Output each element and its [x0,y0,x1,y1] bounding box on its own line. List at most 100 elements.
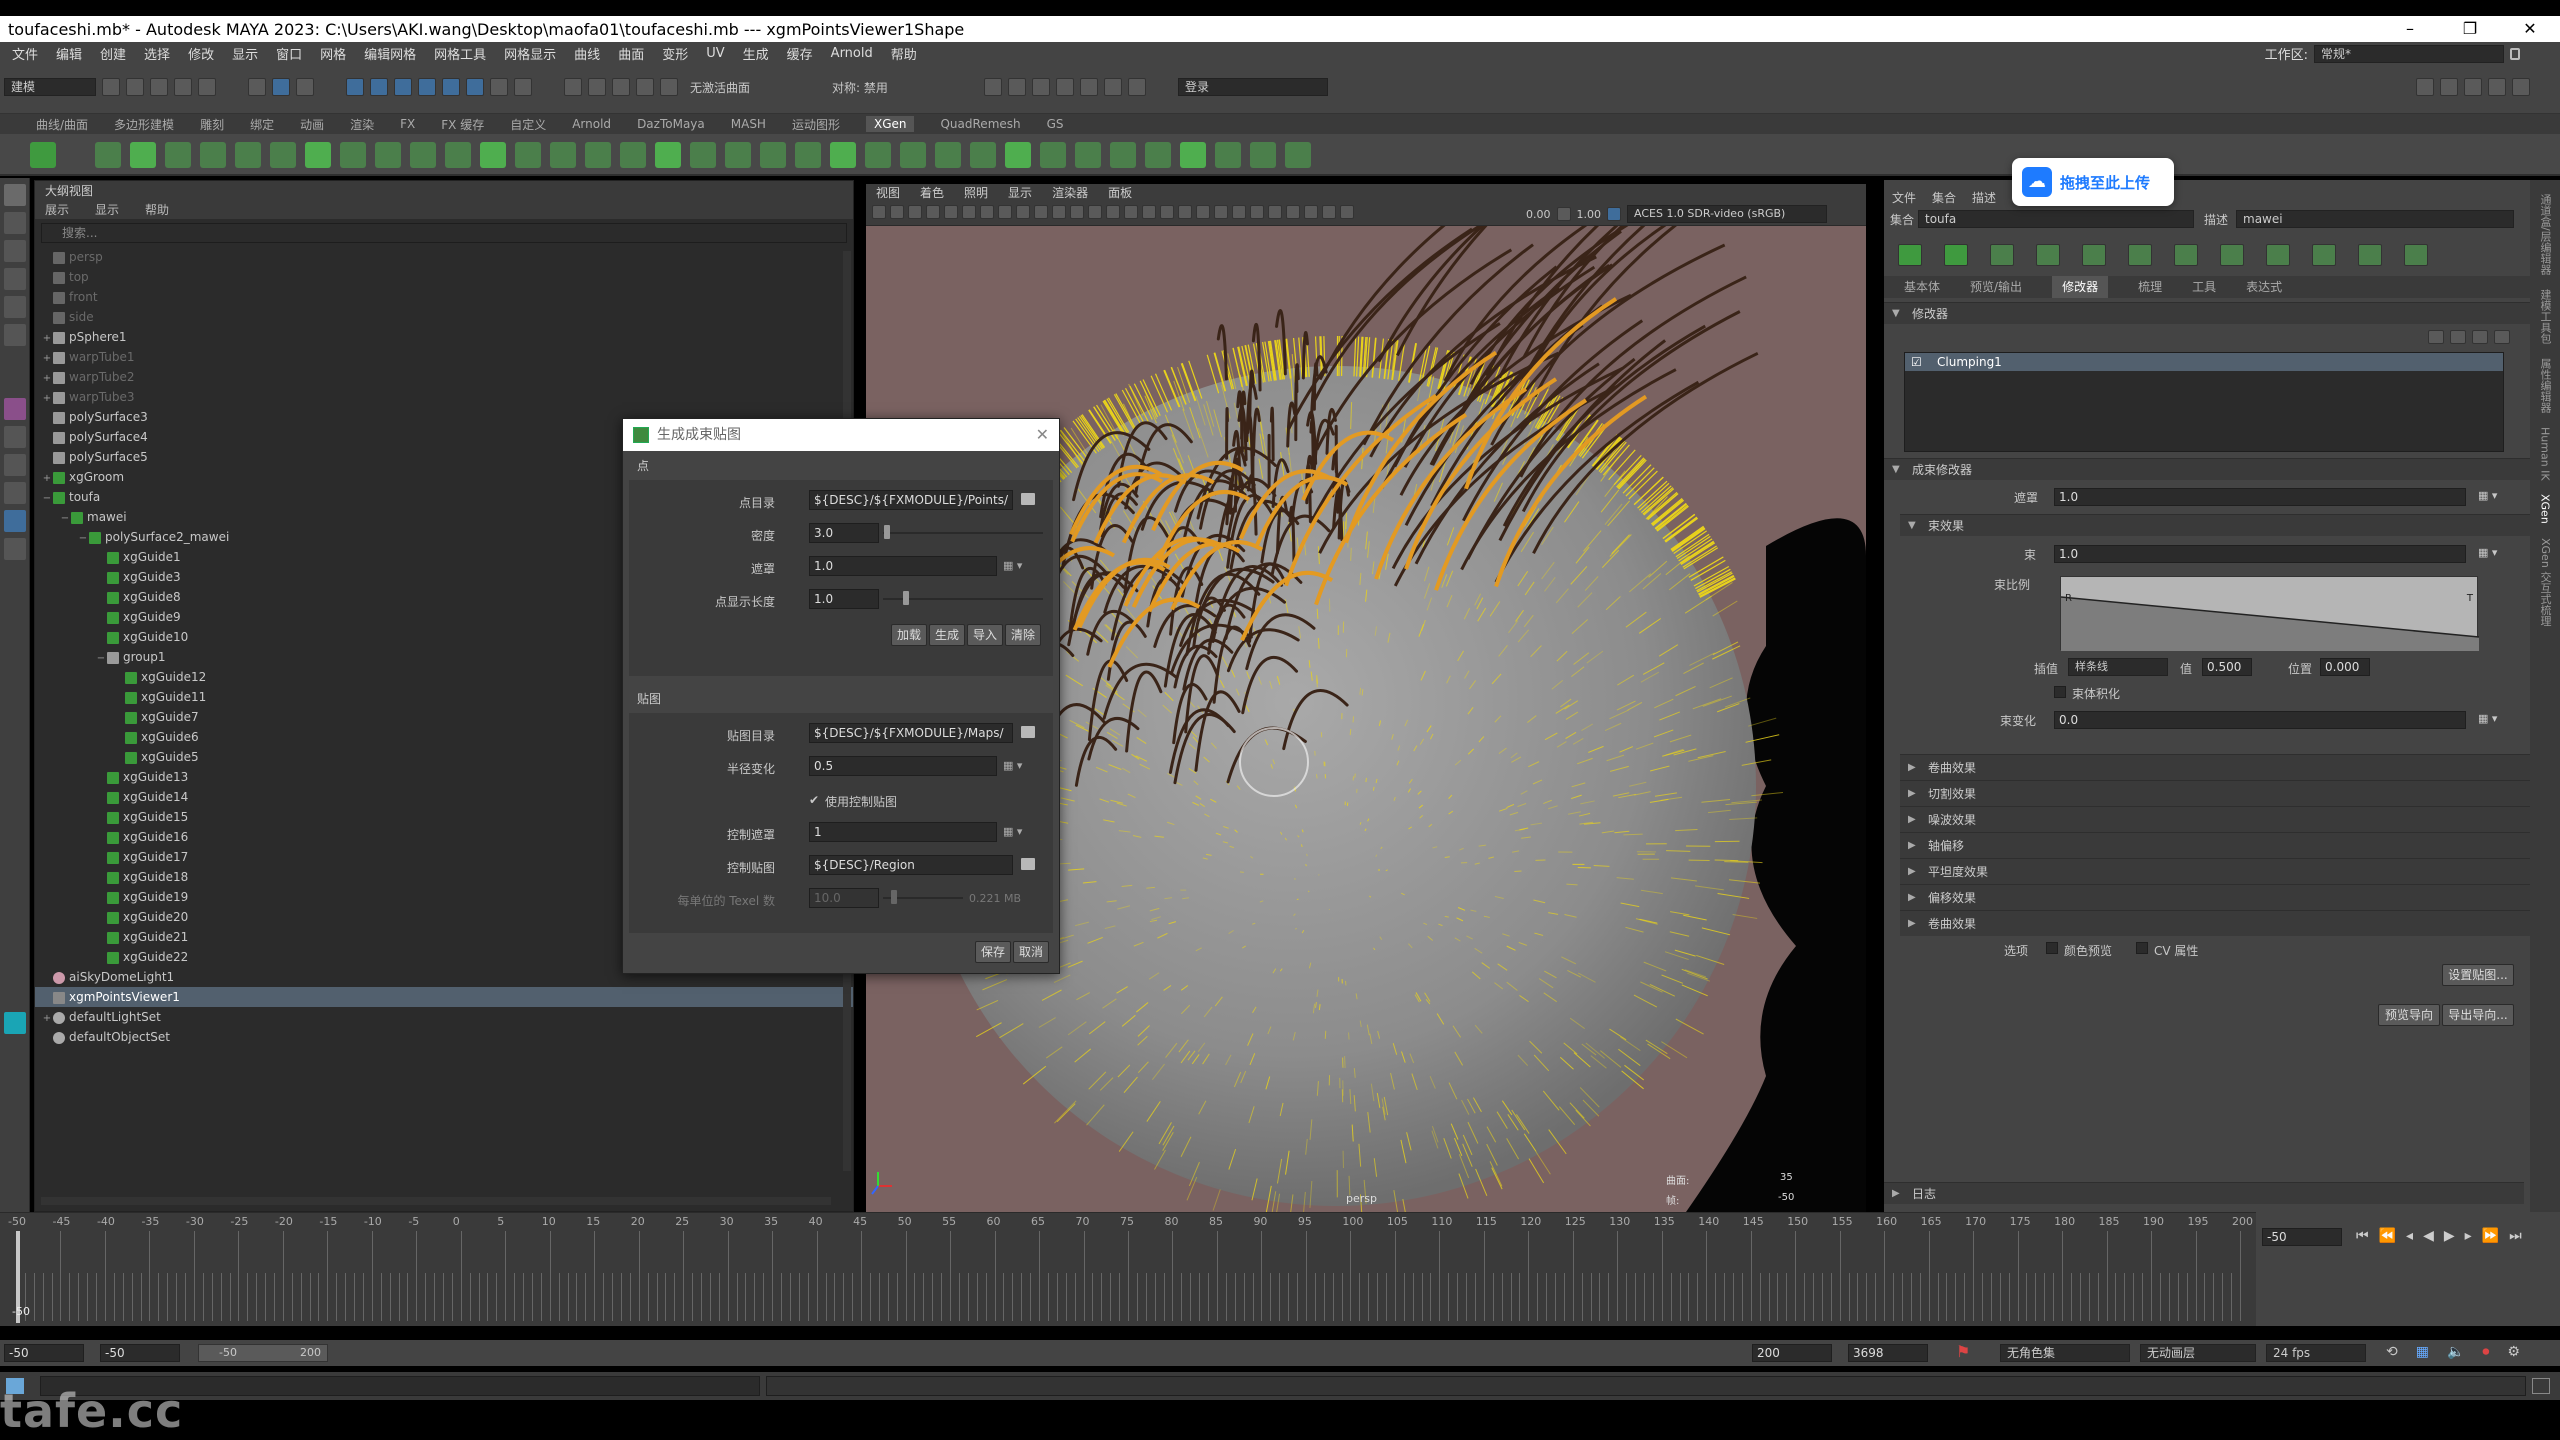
vp-film-gate-icon[interactable] [998,205,1012,219]
map-menu-icon[interactable]: ▦ ▾ [1003,759,1022,772]
anim-end-field[interactable]: 200 [1752,1344,1832,1362]
expand-toggle-icon[interactable]: − [59,509,71,529]
exposure-value[interactable]: 0.00 [1526,208,1551,221]
menu-deform[interactable]: 变形 [662,44,688,63]
tab-utilities[interactable]: 工具 [2192,276,2216,298]
map-menu-icon[interactable]: ▦ ▾ [2478,489,2497,502]
point-display-length-handle[interactable] [903,591,909,605]
workspace-dropdown[interactable]: 常规* [2314,44,2504,63]
outliner-row[interactable]: xgmPointsViewer1 [35,987,853,1007]
menu-mesh[interactable]: 网格 [320,44,346,63]
folder-icon[interactable] [1021,493,1035,505]
tab-primitives[interactable]: 基本体 [1904,276,1940,298]
select-hierarchy-icon[interactable] [248,78,266,96]
step-forward-key-icon[interactable]: ⏩ [2482,1228,2499,1244]
shelf-tab-arnold[interactable]: Arnold [572,117,611,131]
shelf-tab-fx[interactable]: FX [400,117,415,131]
script-editor-button[interactable] [2532,1378,2550,1394]
tab-preview-output[interactable]: 预览/输出 [1970,276,2022,298]
xgen-guide-select-icon[interactable] [2128,244,2152,266]
menu-curves[interactable]: 曲线 [574,44,600,63]
modifiers-header[interactable]: 修改器 [1884,302,2530,325]
folder-icon[interactable] [2494,330,2510,344]
tab-modifiers[interactable]: 修改器 [2052,276,2109,298]
lasso-tool-icon[interactable] [4,212,26,234]
folder-icon[interactable] [1021,726,1035,738]
collection-dropdown[interactable]: toufa [1918,210,2194,228]
collapsed-section-header[interactable]: 卷曲效果 [1900,910,2530,937]
vp-menu-lighting[interactable]: 照明 [964,184,988,202]
ramp-value-field[interactable]: 0.500 [2202,658,2252,676]
xgen-create-description-icon[interactable] [1944,244,1968,266]
shelf-tab-sculpt[interactable]: 雕刻 [200,116,224,133]
snap-point-icon[interactable] [394,78,412,96]
select-object-icon[interactable] [272,78,290,96]
shelf-tab-rendering[interactable]: 渲染 [350,116,374,133]
outliner-hscrollbar[interactable] [41,1197,831,1205]
vp-menu-panels[interactable]: 面板 [1108,184,1132,202]
menu-cache[interactable]: 缓存 [787,44,813,63]
view-transform-dropdown[interactable]: ACES 1.0 SDR-video (sRGB) [1627,205,1827,223]
redo-icon[interactable] [198,78,216,96]
interp-dropdown[interactable]: 样条线 [2068,658,2168,676]
outliner-row[interactable]: + warpTube2 [35,367,853,387]
shelf-tab-daztomaya[interactable]: DazToMaya [637,117,705,131]
control-map-field[interactable]: ${DESC}/Region [809,855,1013,875]
attribute-editor-icon[interactable] [2464,78,2482,96]
character-controls-icon[interactable] [2440,78,2458,96]
vtab-xgen[interactable]: XGen [2539,494,2552,524]
ramp-start-key[interactable]: R [2065,593,2072,604]
auto-key-icon[interactable]: ⚑ [1956,1342,1970,1361]
outliner-menu-help[interactable]: 帮助 [145,201,169,219]
open-scene-icon[interactable] [126,78,144,96]
vp-select-camera-icon[interactable] [872,205,886,219]
shelf-tab-custom[interactable]: 自定义 [510,116,546,133]
live-surface-icon[interactable] [660,78,678,96]
menu-windows[interactable]: 窗口 [276,44,302,63]
current-frame-field[interactable]: -50 [2262,1228,2342,1246]
move-up-icon[interactable] [2428,330,2444,344]
save-scene-icon[interactable] [150,78,168,96]
shelf-comb2-icon[interactable] [1110,142,1136,168]
gamma-value[interactable]: 1.00 [1577,208,1602,221]
vtab-attribute-editor[interactable]: 属性编辑器 [2537,358,2553,413]
xgen-add-guide-icon[interactable] [1990,244,2014,266]
vp-grid-icon[interactable] [980,205,994,219]
hypershade-icon[interactable] [1080,78,1098,96]
snap-view-icon[interactable] [418,78,436,96]
anim-start-field[interactable]: -50 [100,1344,180,1362]
start-time-field[interactable]: -50 [4,1344,84,1362]
vp-smooth-shade-icon[interactable] [1124,205,1138,219]
xgen-create-collection-icon[interactable] [1898,244,1922,266]
vp-bookmarks-icon[interactable] [908,205,922,219]
shelf-tab-curves[interactable]: 曲线/曲面 [36,116,88,133]
channel-box-icon[interactable] [2512,78,2530,96]
outliner-menu-display[interactable]: 显示 [95,201,119,219]
shelf-rotate-guide-icon[interactable] [375,142,401,168]
shelf-modifier-icon[interactable] [690,142,716,168]
select-component-icon[interactable] [296,78,314,96]
move-down-icon[interactable] [2450,330,2466,344]
control-mask-field[interactable]: 1 [809,822,997,842]
shelf-convert-guide-icon[interactable] [445,142,471,168]
xgen-lock-guide-icon[interactable] [2174,244,2198,266]
outliner-row[interactable]: persp [35,247,853,267]
shelf-cut2-icon[interactable] [1145,142,1171,168]
export-guides-button[interactable]: 导出导向... [2442,1004,2514,1026]
shelf-create-sphere-icon[interactable] [130,142,156,168]
xgen-menu-description[interactable]: 描述 [1972,188,1996,208]
outliner-row[interactable]: + pSphere1 [35,327,853,347]
density-slider[interactable] [883,532,1043,534]
modeling-toolkit-icon[interactable] [2416,78,2434,96]
shelf-place-guide-icon[interactable] [270,142,296,168]
arnold-render-icon[interactable] [1104,78,1122,96]
shelf-bend-guide-icon[interactable] [340,142,366,168]
snap-surface-icon[interactable] [442,78,460,96]
cache-playback-icon[interactable]: ▦ [2416,1344,2429,1360]
vp-safe-action-icon[interactable] [1070,205,1084,219]
shelf-clumping-icon[interactable] [725,142,751,168]
vp-image-plane-icon[interactable] [926,205,940,219]
menu-arnold[interactable]: Arnold [831,46,873,61]
select-tool-icon[interactable] [4,184,26,206]
construction-icon[interactable] [636,78,654,96]
